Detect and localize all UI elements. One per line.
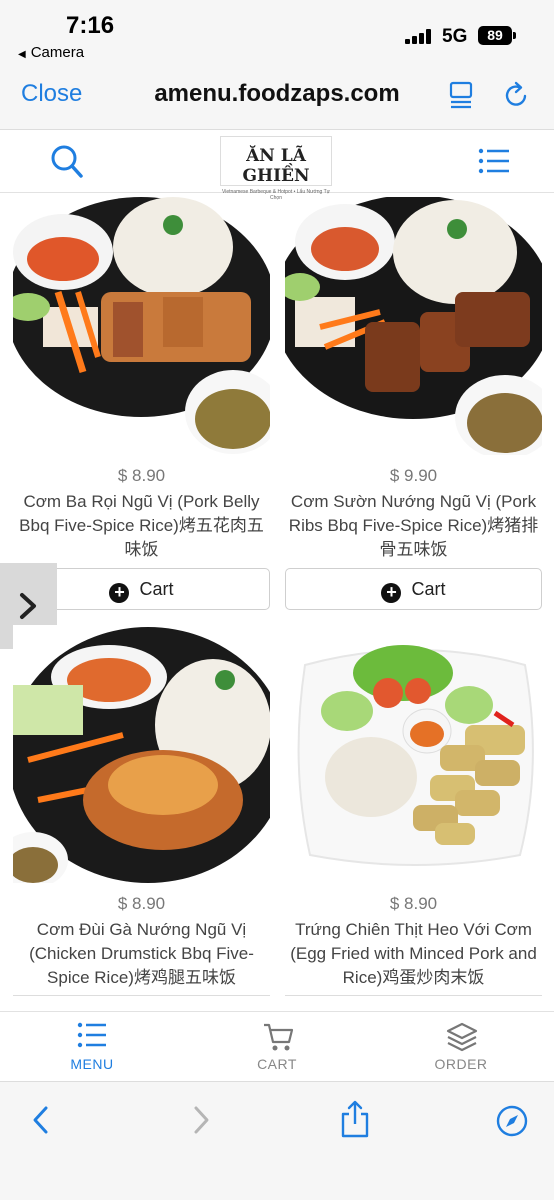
network-type: 5G [442, 26, 468, 47]
item-divider [285, 995, 542, 996]
item-price: $ 8.90 [117, 894, 166, 913]
add-plus-icon: + [109, 583, 130, 603]
item-divider [13, 995, 270, 996]
search-icon[interactable] [50, 144, 84, 185]
item-name[interactable]: Cơm Sườn Nướng Ngũ Vị (Pork Ribs Bbq Fiv… [285, 490, 542, 562]
browser-bar: Close amenu.foodzaps.com [0, 70, 554, 130]
compass-icon[interactable] [495, 1104, 529, 1143]
item-price: $ 8.90 [117, 466, 166, 485]
dish-image-pork-ribs[interactable] [285, 197, 542, 455]
signal-icon [405, 28, 435, 44]
status-time: 7:16 [66, 12, 115, 39]
bottom-tab-bar: MENU CART ORDER [0, 1011, 554, 1081]
close-button[interactable]: Close [21, 80, 82, 108]
tab-order-label: ORDER [434, 1056, 488, 1072]
share-icon[interactable] [340, 1100, 370, 1143]
add-to-cart-button[interactable]: + Cart [285, 568, 542, 610]
dish-image-egg-fried-pork[interactable] [285, 625, 542, 883]
item-name[interactable]: Cơm Đùi Gà Nướng Ngũ Vị (Chicken Drumsti… [13, 918, 270, 990]
reload-icon[interactable] [503, 80, 531, 110]
tab-cart-label: CART [257, 1056, 297, 1072]
restaurant-logo: ĂN LÃ GHIỀN Vietnamese Barbeque & Hotpot… [220, 136, 332, 201]
add-plus-icon: + [381, 583, 402, 603]
tab-menu[interactable]: MENU [0, 1012, 184, 1082]
item-name[interactable]: Cơm Ba Rọi Ngũ Vị (Pork Belly Bbq Five-S… [13, 490, 270, 562]
battery-icon: 89 [478, 26, 512, 45]
chevron-right-icon [20, 593, 36, 619]
forward-arrow-icon[interactable] [188, 1104, 214, 1141]
item-price: $ 8.90 [389, 894, 438, 913]
url-text: amenu.foodzaps.com [154, 80, 400, 107]
tab-cart[interactable]: CART [185, 1012, 369, 1082]
dish-image-chicken-drumstick[interactable] [13, 625, 270, 883]
back-app-label: Camera [30, 44, 85, 61]
app-header: ĂN LÃ GHIỀN Vietnamese Barbeque & Hotpot… [0, 130, 554, 201]
menu-list-icon [77, 1022, 106, 1048]
back-arrow-icon[interactable] [28, 1104, 54, 1141]
battery-nub [513, 32, 516, 39]
logo-title: ĂN LÃ GHIỀN [242, 146, 310, 186]
cart-button-label: Cart [411, 579, 446, 599]
back-triangle-icon: ◀ [18, 49, 26, 60]
layers-icon [446, 1022, 478, 1052]
back-to-app[interactable]: ◀ Camera [18, 44, 84, 61]
browser-toolbar [0, 1081, 554, 1200]
cart-icon [264, 1023, 294, 1051]
item-price: $ 9.90 [389, 466, 438, 485]
category-list-icon[interactable] [478, 148, 510, 179]
dish-image-pork-belly[interactable] [13, 197, 270, 455]
reader-icon[interactable] [448, 80, 476, 110]
item-name[interactable]: Trứng Chiên Thịt Heo Với Cơm (Egg Fried … [285, 918, 542, 990]
tab-order[interactable]: ORDER [369, 1012, 553, 1082]
status-bar: 7:16 ◀ Camera 5G 89 [0, 0, 554, 70]
tab-menu-label: MENU [70, 1056, 114, 1072]
cart-button-label: Cart [139, 579, 174, 599]
